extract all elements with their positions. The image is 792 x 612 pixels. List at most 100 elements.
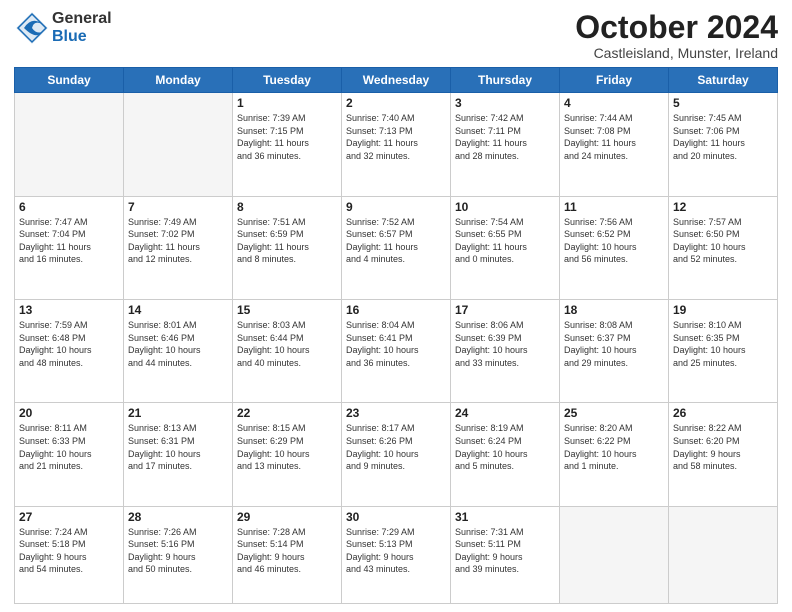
calendar-day-cell: 31Sunrise: 7:31 AM Sunset: 5:11 PM Dayli…: [451, 506, 560, 603]
calendar-day-cell: 20Sunrise: 8:11 AM Sunset: 6:33 PM Dayli…: [15, 403, 124, 506]
day-number: 28: [128, 510, 228, 524]
calendar-day-cell: 5 Sunrise: 7:45 AM Sunset: 7:06 PM Daylig…: [669, 93, 778, 196]
logo-general: General: [52, 10, 112, 28]
calendar-day-cell: [15, 93, 124, 196]
calendar-day-cell: 3 Sunrise: 7:42 AM Sunset: 7:11 PM Daylig…: [451, 93, 560, 196]
calendar-day-cell: 25Sunrise: 8:20 AM Sunset: 6:22 PM Dayli…: [560, 403, 669, 506]
calendar-day-cell: 10 Sunrise: 7:54 AM Sunset: 6:55 PM Dayli…: [451, 196, 560, 299]
col-thursday: Thursday: [451, 68, 560, 93]
calendar-week-row: 13 Sunrise: 7:59 AM Sunset: 6:48 PM Dayli…: [15, 299, 778, 402]
location: Castleisland, Munster, Ireland: [575, 45, 778, 61]
calendar-day-cell: 16 Sunrise: 8:04 AM Sunset: 6:41 PM Dayli…: [342, 299, 451, 402]
day-info: Sunrise: 8:22 AM Sunset: 6:20 PM Dayligh…: [673, 422, 773, 472]
calendar-day-cell: 6 Sunrise: 7:47 AM Sunset: 7:04 PM Daylig…: [15, 196, 124, 299]
day-number: 27: [19, 510, 119, 524]
day-number: 29: [237, 510, 337, 524]
calendar-day-cell: 14 Sunrise: 8:01 AM Sunset: 6:46 PM Dayli…: [124, 299, 233, 402]
day-info: Sunrise: 8:19 AM Sunset: 6:24 PM Dayligh…: [455, 422, 555, 472]
day-number: 10: [455, 200, 555, 214]
day-number: 5: [673, 96, 773, 110]
day-info: Sunrise: 8:20 AM Sunset: 6:22 PM Dayligh…: [564, 422, 664, 472]
calendar-day-cell: 30 Sunrise: 7:29 AM Sunset: 5:13 PM Dayli…: [342, 506, 451, 603]
day-number: 16: [346, 303, 446, 317]
calendar-day-cell: 17 Sunrise: 8:06 AM Sunset: 6:39 PM Dayli…: [451, 299, 560, 402]
col-wednesday: Wednesday: [342, 68, 451, 93]
col-saturday: Saturday: [669, 68, 778, 93]
calendar-day-cell: 13 Sunrise: 7:59 AM Sunset: 6:48 PM Dayli…: [15, 299, 124, 402]
logo-icon: [14, 10, 50, 46]
day-number: 15: [237, 303, 337, 317]
day-info: Sunrise: 7:54 AM Sunset: 6:55 PM Dayligh…: [455, 216, 555, 266]
day-number: 24: [455, 406, 555, 420]
calendar-day-cell: 22Sunrise: 8:15 AM Sunset: 6:29 PM Dayli…: [233, 403, 342, 506]
day-info: Sunrise: 7:24 AM Sunset: 5:18 PM Dayligh…: [19, 526, 119, 576]
calendar-day-cell: 27 Sunrise: 7:24 AM Sunset: 5:18 PM Dayli…: [15, 506, 124, 603]
day-info: Sunrise: 8:08 AM Sunset: 6:37 PM Dayligh…: [564, 319, 664, 369]
title-block: October 2024 Castleisland, Munster, Irel…: [575, 10, 778, 61]
day-number: 3: [455, 96, 555, 110]
calendar-day-cell: 18 Sunrise: 8:08 AM Sunset: 6:37 PM Dayli…: [560, 299, 669, 402]
day-info: Sunrise: 8:03 AM Sunset: 6:44 PM Dayligh…: [237, 319, 337, 369]
month-title: October 2024: [575, 10, 778, 45]
day-number: 13: [19, 303, 119, 317]
day-info: Sunrise: 8:10 AM Sunset: 6:35 PM Dayligh…: [673, 319, 773, 369]
calendar-day-cell: 28 Sunrise: 7:26 AM Sunset: 5:16 PM Dayli…: [124, 506, 233, 603]
calendar-week-row: 6 Sunrise: 7:47 AM Sunset: 7:04 PM Daylig…: [15, 196, 778, 299]
calendar-day-cell: 1Sunrise: 7:39 AM Sunset: 7:15 PM Daylig…: [233, 93, 342, 196]
day-info: Sunrise: 8:13 AM Sunset: 6:31 PM Dayligh…: [128, 422, 228, 472]
day-info: Sunrise: 8:04 AM Sunset: 6:41 PM Dayligh…: [346, 319, 446, 369]
day-number: 11: [564, 200, 664, 214]
calendar-day-cell: [669, 506, 778, 603]
day-number: 4: [564, 96, 664, 110]
day-info: Sunrise: 7:45 AM Sunset: 7:06 PM Dayligh…: [673, 112, 773, 162]
day-number: 8: [237, 200, 337, 214]
day-info: Sunrise: 7:59 AM Sunset: 6:48 PM Dayligh…: [19, 319, 119, 369]
calendar-day-cell: 11Sunrise: 7:56 AM Sunset: 6:52 PM Dayli…: [560, 196, 669, 299]
day-info: Sunrise: 7:57 AM Sunset: 6:50 PM Dayligh…: [673, 216, 773, 266]
day-info: Sunrise: 7:42 AM Sunset: 7:11 PM Dayligh…: [455, 112, 555, 162]
day-number: 6: [19, 200, 119, 214]
day-info: Sunrise: 7:47 AM Sunset: 7:04 PM Dayligh…: [19, 216, 119, 266]
day-number: 2: [346, 96, 446, 110]
col-monday: Monday: [124, 68, 233, 93]
calendar-week-row: 20Sunrise: 8:11 AM Sunset: 6:33 PM Dayli…: [15, 403, 778, 506]
day-number: 12: [673, 200, 773, 214]
day-number: 31: [455, 510, 555, 524]
day-number: 23: [346, 406, 446, 420]
day-number: 26: [673, 406, 773, 420]
day-info: Sunrise: 7:51 AM Sunset: 6:59 PM Dayligh…: [237, 216, 337, 266]
day-number: 17: [455, 303, 555, 317]
calendar-day-cell: 29 Sunrise: 7:28 AM Sunset: 5:14 PM Dayli…: [233, 506, 342, 603]
day-number: 7: [128, 200, 228, 214]
calendar-header-row: Sunday Monday Tuesday Wednesday Thursday…: [15, 68, 778, 93]
day-number: 19: [673, 303, 773, 317]
calendar-day-cell: [124, 93, 233, 196]
day-info: Sunrise: 8:11 AM Sunset: 6:33 PM Dayligh…: [19, 422, 119, 472]
day-info: Sunrise: 7:26 AM Sunset: 5:16 PM Dayligh…: [128, 526, 228, 576]
header: General Blue October 2024 Castleisland, …: [14, 10, 778, 61]
day-number: 30: [346, 510, 446, 524]
calendar-day-cell: 24 Sunrise: 8:19 AM Sunset: 6:24 PM Dayli…: [451, 403, 560, 506]
day-number: 9: [346, 200, 446, 214]
day-number: 14: [128, 303, 228, 317]
day-info: Sunrise: 8:01 AM Sunset: 6:46 PM Dayligh…: [128, 319, 228, 369]
day-info: Sunrise: 7:28 AM Sunset: 5:14 PM Dayligh…: [237, 526, 337, 576]
page: General Blue October 2024 Castleisland, …: [0, 0, 792, 612]
calendar-day-cell: 15 Sunrise: 8:03 AM Sunset: 6:44 PM Dayli…: [233, 299, 342, 402]
day-number: 18: [564, 303, 664, 317]
day-info: Sunrise: 8:06 AM Sunset: 6:39 PM Dayligh…: [455, 319, 555, 369]
logo-text: General Blue: [52, 10, 112, 45]
day-info: Sunrise: 7:49 AM Sunset: 7:02 PM Dayligh…: [128, 216, 228, 266]
day-number: 21: [128, 406, 228, 420]
day-info: Sunrise: 7:29 AM Sunset: 5:13 PM Dayligh…: [346, 526, 446, 576]
day-info: Sunrise: 7:52 AM Sunset: 6:57 PM Dayligh…: [346, 216, 446, 266]
col-sunday: Sunday: [15, 68, 124, 93]
calendar-week-row: 1Sunrise: 7:39 AM Sunset: 7:15 PM Daylig…: [15, 93, 778, 196]
calendar-day-cell: 4Sunrise: 7:44 AM Sunset: 7:08 PM Daylig…: [560, 93, 669, 196]
col-friday: Friday: [560, 68, 669, 93]
calendar-day-cell: 8 Sunrise: 7:51 AM Sunset: 6:59 PM Daylig…: [233, 196, 342, 299]
calendar-day-cell: 26 Sunrise: 8:22 AM Sunset: 6:20 PM Dayli…: [669, 403, 778, 506]
day-info: Sunrise: 7:40 AM Sunset: 7:13 PM Dayligh…: [346, 112, 446, 162]
calendar-week-row: 27 Sunrise: 7:24 AM Sunset: 5:18 PM Dayli…: [15, 506, 778, 603]
calendar-table: Sunday Monday Tuesday Wednesday Thursday…: [14, 67, 778, 604]
